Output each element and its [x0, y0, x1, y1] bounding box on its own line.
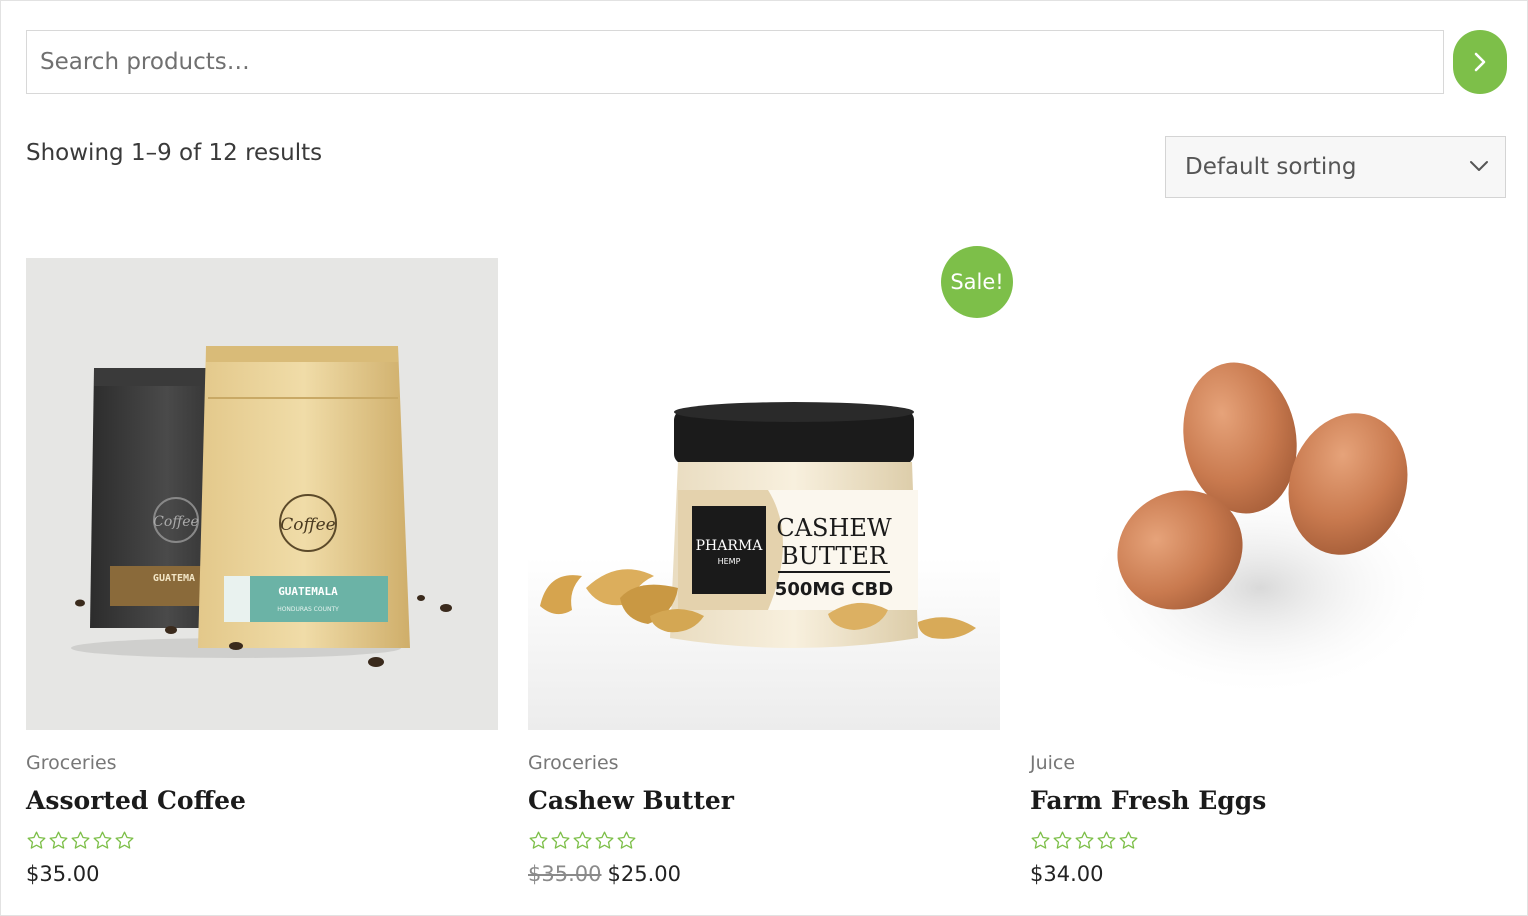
coffee-logo-back: Coffee: [153, 514, 199, 530]
current-price: $34.00: [1030, 862, 1104, 886]
jar-line-1: CASHEW: [776, 514, 892, 542]
current-price: $35.00: [26, 862, 100, 886]
search-input[interactable]: [26, 30, 1444, 94]
star-outline-icon: [71, 831, 90, 849]
rating-stars: [1030, 830, 1139, 851]
coffee-label: GUATEMALA: [278, 585, 338, 598]
product-card: PHARMA HEMP CASHEW BUTTER 500MG CBD Groc…: [528, 258, 1000, 898]
star-outline-icon: [115, 831, 134, 849]
jar-brand: PHARMA: [696, 538, 764, 554]
star-outline-icon: [617, 831, 636, 849]
star-outline-icon: [27, 831, 46, 849]
product-category[interactable]: Groceries: [26, 752, 117, 774]
cashew-butter-image: PHARMA HEMP CASHEW BUTTER 500MG CBD: [528, 402, 1000, 730]
sale-badge: Sale!: [941, 246, 1013, 318]
star-outline-icon: [595, 831, 614, 849]
star-outline-icon: [1075, 831, 1094, 849]
star-outline-icon: [1031, 831, 1050, 849]
product-title[interactable]: Assorted Coffee: [26, 786, 246, 815]
product-image-coffee[interactable]: Coffee GUATEMA Coffee GUATEMALA HONDURAS…: [26, 258, 498, 730]
star-outline-icon: [49, 831, 68, 849]
product-category[interactable]: Juice: [1030, 752, 1075, 774]
jar-line-2: BUTTER: [781, 542, 888, 570]
star-outline-icon: [93, 831, 112, 849]
chevron-down-icon: [1470, 161, 1488, 171]
star-outline-icon: [1053, 831, 1072, 849]
product-image-eggs[interactable]: [1030, 258, 1502, 730]
star-outline-icon: [573, 831, 592, 849]
coffee-logo: Coffee: [280, 515, 335, 535]
rating-stars: [26, 830, 135, 851]
search-submit-button[interactable]: [1453, 30, 1507, 94]
star-outline-icon: [529, 831, 548, 849]
sort-selected-value: Default sorting: [1185, 154, 1357, 180]
product-price: $35.00 $25.00: [528, 862, 681, 886]
product-title[interactable]: Farm Fresh Eggs: [1030, 786, 1266, 815]
sort-select[interactable]: Default sorting: [1165, 136, 1506, 198]
rating-stars: [528, 830, 637, 851]
product-image-cashew-butter[interactable]: PHARMA HEMP CASHEW BUTTER 500MG CBD: [528, 258, 1000, 730]
current-price: $25.00: [607, 862, 681, 886]
product-card: Coffee GUATEMA Coffee GUATEMALA HONDURAS…: [26, 258, 498, 898]
jar-line-3: 500MG CBD: [775, 579, 893, 600]
jar-brand-sub: HEMP: [718, 557, 741, 566]
product-price: $34.00: [1030, 862, 1103, 886]
brown-eggs-image: [1080, 362, 1440, 698]
product-price: $35.00: [26, 862, 99, 886]
coffee-bags-image: Coffee GUATEMA Coffee GUATEMALA HONDURAS…: [71, 346, 452, 667]
product-card: Juice Farm Fresh Eggs $34.00: [1030, 258, 1502, 898]
star-outline-icon: [551, 831, 570, 849]
result-count: Showing 1–9 of 12 results: [26, 140, 323, 166]
product-category[interactable]: Groceries: [528, 752, 619, 774]
coffee-sublabel: HONDURAS COUNTY: [277, 606, 339, 613]
star-outline-icon: [1119, 831, 1138, 849]
chevron-right-icon: [1474, 52, 1486, 72]
star-outline-icon: [1097, 831, 1116, 849]
product-title[interactable]: Cashew Butter: [528, 786, 734, 815]
coffee-label-back: GUATEMA: [153, 573, 195, 584]
original-price: $35.00: [528, 862, 602, 886]
